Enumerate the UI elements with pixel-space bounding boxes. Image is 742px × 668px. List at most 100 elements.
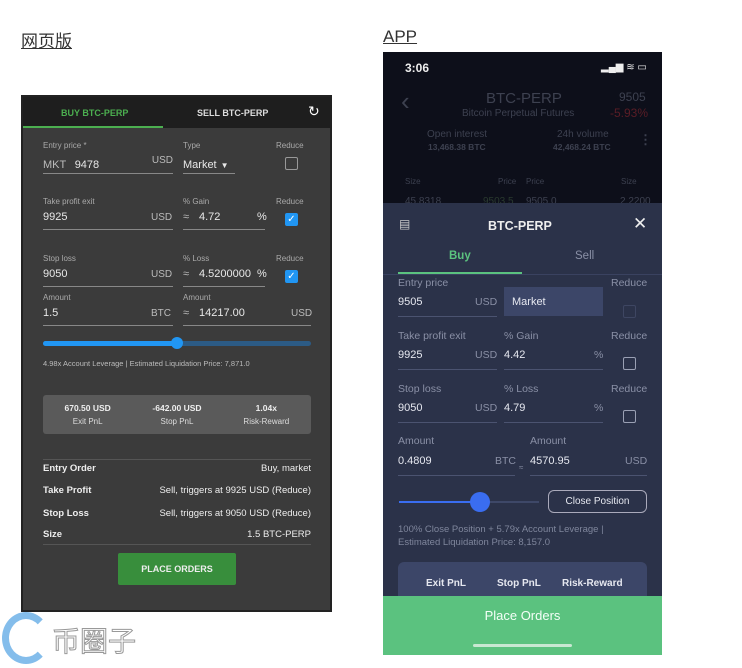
take-profit-unit: USD bbox=[151, 212, 173, 223]
entry-price-value[interactable]: 9505 bbox=[398, 296, 422, 308]
more-icon[interactable]: ⋮ bbox=[639, 132, 652, 148]
watermark-text: 币圈子 bbox=[51, 626, 137, 658]
volume-value: 42,468.24 BTC bbox=[553, 142, 611, 152]
take-profit-label: Take profit exit bbox=[43, 197, 95, 206]
gain-unit: % bbox=[257, 211, 267, 223]
reduce-label: Reduce bbox=[276, 141, 304, 150]
reduce-checkbox-take-profit[interactable] bbox=[623, 357, 636, 370]
order-sheet: ▤ BTC-PERP ✕ Buy Sell Entry price 9505 U… bbox=[383, 203, 662, 655]
app-caption: APP bbox=[383, 27, 418, 46]
amount-btc-unit: BTC bbox=[495, 455, 516, 467]
book-header: Size bbox=[405, 177, 421, 186]
loss-label: % Loss bbox=[504, 383, 539, 395]
summary-value: 1.5 BTC-PERP bbox=[247, 529, 311, 540]
stop-loss-label: Stop loss bbox=[43, 254, 76, 263]
amount-btc-unit: BTC bbox=[151, 308, 171, 319]
reduce-checkbox-entry[interactable] bbox=[285, 157, 298, 170]
order-book-icon[interactable]: ▤ bbox=[399, 217, 410, 231]
home-indicator bbox=[473, 644, 572, 647]
gain-unit: % bbox=[594, 349, 604, 361]
tab-buy[interactable]: BUY BTC-PERP bbox=[61, 108, 128, 118]
book-header: Price bbox=[526, 177, 545, 186]
amount-usd-value[interactable]: 4570.95 bbox=[530, 455, 570, 467]
reduce-label: Reduce bbox=[611, 277, 648, 289]
reduce-checkbox-stop-loss[interactable]: ✓ bbox=[285, 270, 298, 283]
exit-pnl-value: 670.50 USD bbox=[64, 403, 111, 413]
stop-pnl-label: Stop PnL bbox=[497, 578, 541, 589]
reduce-checkbox-stop-loss[interactable] bbox=[623, 410, 636, 423]
exit-pnl-label: Exit PnL bbox=[426, 578, 467, 589]
amount-btc-label: Amount bbox=[398, 435, 435, 447]
take-profit-unit: USD bbox=[475, 349, 498, 361]
amount-usd-unit: USD bbox=[625, 455, 648, 467]
entry-price-field[interactable]: MKT 9478 USD bbox=[43, 155, 173, 173]
book-header: Price bbox=[498, 177, 517, 186]
watermark-logo bbox=[2, 612, 50, 664]
last-price: 9505 bbox=[619, 90, 646, 104]
leverage-slider[interactable] bbox=[43, 337, 311, 349]
reduce-label: Reduce bbox=[276, 197, 304, 206]
summary-value: Buy, market bbox=[261, 463, 311, 474]
slider-thumb[interactable] bbox=[171, 337, 183, 349]
type-select[interactable]: Market bbox=[504, 287, 603, 316]
status-time: 3:06 bbox=[405, 61, 430, 75]
slider-fill bbox=[43, 341, 177, 346]
stop-loss-value[interactable]: 9050 bbox=[43, 268, 67, 280]
entry-unit: USD bbox=[151, 155, 173, 166]
reduce-checkbox-entry[interactable] bbox=[623, 305, 636, 318]
risk-reward-label: Risk-Reward bbox=[562, 578, 623, 589]
approx-icon: ≈ bbox=[183, 268, 190, 280]
symbol-name: Bitcoin Perpetual Futures bbox=[462, 108, 575, 119]
amount-usd-value[interactable]: 14217.00 bbox=[199, 307, 245, 319]
open-interest-value: 13,468.38 BTC bbox=[428, 142, 486, 152]
amount-btc-value[interactable]: 0.4809 bbox=[398, 455, 432, 467]
slider-thumb[interactable] bbox=[470, 492, 491, 512]
tab-buy[interactable]: Buy bbox=[449, 250, 471, 262]
take-profit-value[interactable]: 9925 bbox=[398, 349, 422, 361]
reduce-label: Reduce bbox=[611, 383, 648, 395]
entry-price-label: Entry price bbox=[398, 277, 449, 289]
loss-unit: % bbox=[594, 402, 604, 414]
stop-loss-label: Stop loss bbox=[398, 383, 442, 395]
info-line: 100% Close Position + 5.79x Account Leve… bbox=[398, 524, 604, 535]
order-summary: Entry Order Buy, market Take Profit Sell, … bbox=[43, 463, 311, 545]
gain-label: % Gain bbox=[504, 330, 539, 342]
approx-icon: ≈ bbox=[183, 307, 190, 319]
take-profit-value[interactable]: 9925 bbox=[43, 211, 67, 223]
loss-value[interactable]: 4.79 bbox=[504, 402, 525, 414]
back-icon[interactable]: ‹ bbox=[401, 86, 410, 117]
mkt-prefix: MKT bbox=[43, 159, 67, 171]
gain-value[interactable]: 4.72 bbox=[199, 211, 220, 223]
summary-key: Entry Order bbox=[43, 463, 96, 474]
web-caption: 网页版 bbox=[21, 32, 72, 51]
open-interest-label: Open interest bbox=[427, 129, 488, 140]
place-orders-button[interactable]: PLACE ORDERS bbox=[118, 553, 236, 585]
amount-usd-label: Amount bbox=[530, 435, 567, 447]
take-profit-label: Take profit exit bbox=[398, 330, 466, 342]
gain-value[interactable]: 4.42 bbox=[504, 349, 525, 361]
amount-btc-value[interactable]: 1.5 bbox=[43, 307, 58, 319]
close-position-button[interactable]: Close Position bbox=[548, 490, 647, 513]
close-icon[interactable]: ✕ bbox=[633, 214, 647, 234]
amount-btc-label: Amount bbox=[43, 293, 71, 302]
summary-value: Sell, triggers at 9050 USD (Reduce) bbox=[159, 508, 311, 519]
stop-loss-unit: USD bbox=[475, 402, 498, 414]
type-value: Market bbox=[183, 159, 217, 171]
status-icons: ▂▄▆ ≋ ▭ bbox=[601, 62, 647, 73]
liquidation-info: Estimated Liquidation Price: 8,157.0 bbox=[398, 537, 551, 548]
refresh-icon[interactable]: ↻ bbox=[308, 103, 320, 120]
loss-value[interactable]: 4.5200000 bbox=[199, 268, 251, 280]
tab-sell[interactable]: SELL BTC-PERP bbox=[197, 108, 268, 118]
dropdown-icon: ▼ bbox=[220, 161, 229, 170]
risk-reward-label: Risk-Reward bbox=[243, 417, 290, 426]
tab-sell[interactable]: Sell bbox=[575, 250, 594, 262]
stop-pnl-value: -642.00 USD bbox=[152, 403, 202, 413]
pnl-summary: 670.50 USD Exit PnL -642.00 USD Stop PnL 1… bbox=[43, 395, 311, 434]
reduce-checkbox-take-profit[interactable]: ✓ bbox=[285, 213, 298, 226]
exit-pnl-label: Exit PnL bbox=[72, 417, 103, 426]
stop-loss-value[interactable]: 9050 bbox=[398, 402, 422, 414]
loss-unit: % bbox=[257, 268, 267, 280]
type-select[interactable]: Market ▼ bbox=[183, 155, 229, 173]
type-label: Type bbox=[183, 141, 201, 150]
amount-slider[interactable] bbox=[399, 492, 539, 512]
